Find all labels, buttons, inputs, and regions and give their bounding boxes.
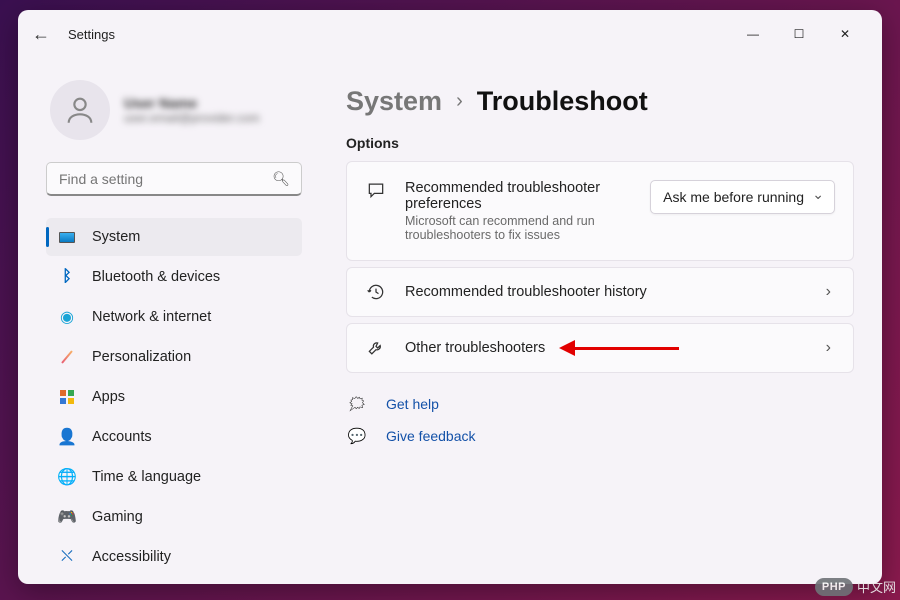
get-help-link[interactable]: 🗯 Get help (346, 395, 854, 413)
history-icon (365, 282, 387, 302)
brush-icon (58, 349, 76, 365)
sidebar-nav: System ᛒ Bluetooth & devices ◉ Network &… (46, 218, 302, 576)
sidebar-item-label: Bluetooth & devices (92, 269, 220, 285)
sidebar-item-system[interactable]: System (46, 218, 302, 256)
help-icon: 🗯 (346, 395, 368, 413)
card-body: Other troubleshooters (405, 340, 808, 356)
page-title: Troubleshoot (477, 86, 648, 117)
window-controls: — ☐ ✕ (730, 18, 868, 50)
card-troubleshooter-history[interactable]: Recommended troubleshooter history › (346, 267, 854, 317)
give-feedback-link[interactable]: 💬 Give feedback (346, 427, 854, 445)
annotation-arrow (559, 342, 679, 354)
main-content: System › Troubleshoot Options Recommende… (318, 58, 882, 584)
chat-icon (365, 180, 387, 200)
card-body: Recommended troubleshooter history (405, 284, 808, 300)
settings-window: ← Settings — ☐ ✕ User Name user.email@pr… (18, 10, 882, 584)
chevron-right-icon: › (456, 90, 463, 113)
watermark: PHP 中文网 (815, 577, 896, 596)
sidebar-item-accounts[interactable]: 👤 Accounts (46, 418, 302, 456)
search-wrap: 🔍︎ (46, 162, 302, 196)
accessibility-icon: ⛌ (58, 548, 76, 566)
card-title: Recommended troubleshooter preferences (405, 180, 632, 212)
chevron-right-icon: › (826, 283, 835, 301)
sidebar-item-label: Accounts (92, 429, 152, 445)
breadcrumb: System › Troubleshoot (346, 86, 854, 117)
gamepad-icon: 🎮 (58, 507, 76, 527)
dropdown-value: Ask me before running (663, 189, 804, 205)
sidebar-item-label: Apps (92, 389, 125, 405)
card-body: Recommended troubleshooter preferences M… (405, 180, 632, 242)
profile-text: User Name user.email@provider.com (124, 95, 260, 125)
sidebar-item-label: Personalization (92, 349, 191, 365)
card-troubleshooter-preferences: Recommended troubleshooter preferences M… (346, 161, 854, 261)
sidebar-item-time-language[interactable]: 🌐 Time & language (46, 458, 302, 496)
avatar (50, 80, 110, 140)
wifi-icon: ◉ (58, 307, 76, 327)
sidebar-item-label: Accessibility (92, 549, 171, 565)
app-title: Settings (68, 27, 115, 42)
apps-icon (58, 390, 76, 404)
card-subtitle: Microsoft can recommend and run troubles… (405, 214, 632, 242)
search-input[interactable] (46, 162, 302, 196)
card-other-troubleshooters[interactable]: Other troubleshooters › (346, 323, 854, 373)
search-icon[interactable]: 🔍︎ (272, 171, 290, 188)
sidebar-item-network[interactable]: ◉ Network & internet (46, 298, 302, 336)
titlebar: ← Settings — ☐ ✕ (18, 10, 882, 58)
profile-name: User Name (124, 95, 260, 111)
sidebar-item-label: Time & language (92, 469, 201, 485)
watermark-badge: PHP (815, 578, 853, 596)
help-links: 🗯 Get help 💬 Give feedback (346, 395, 854, 445)
sidebar-item-bluetooth[interactable]: ᛒ Bluetooth & devices (46, 258, 302, 296)
breadcrumb-parent[interactable]: System (346, 86, 442, 117)
card-title: Other troubleshooters (405, 340, 545, 356)
accounts-icon: 👤 (58, 427, 76, 447)
titlebar-left: ← Settings (32, 24, 115, 45)
sidebar-item-label: Network & internet (92, 309, 211, 325)
profile-email: user.email@provider.com (124, 111, 260, 125)
watermark-text: 中文网 (857, 577, 896, 596)
minimize-button[interactable]: — (730, 18, 776, 50)
link-text: Get help (386, 396, 439, 412)
person-icon (63, 93, 97, 127)
card-title: Recommended troubleshooter history (405, 284, 808, 300)
sidebar-item-label: Gaming (92, 509, 143, 525)
sidebar: User Name user.email@provider.com 🔍︎ Sys… (18, 58, 318, 584)
system-icon (58, 232, 76, 243)
troubleshooter-pref-dropdown[interactable]: Ask me before running (650, 180, 835, 214)
sidebar-item-gaming[interactable]: 🎮 Gaming (46, 498, 302, 536)
sidebar-item-label: System (92, 229, 140, 245)
globe-icon: 🌐 (58, 467, 76, 487)
chevron-right-icon: › (826, 339, 835, 357)
window-body: User Name user.email@provider.com 🔍︎ Sys… (18, 58, 882, 584)
back-button[interactable]: ← (32, 24, 50, 45)
sidebar-item-personalization[interactable]: Personalization (46, 338, 302, 376)
sidebar-item-apps[interactable]: Apps (46, 378, 302, 416)
wrench-icon (365, 338, 387, 358)
feedback-icon: 💬 (346, 427, 368, 445)
profile-block[interactable]: User Name user.email@provider.com (46, 68, 302, 162)
section-label-options: Options (346, 135, 854, 151)
link-text: Give feedback (386, 428, 476, 444)
bluetooth-icon: ᛒ (58, 268, 76, 286)
sidebar-item-accessibility[interactable]: ⛌ Accessibility (46, 538, 302, 576)
maximize-button[interactable]: ☐ (776, 18, 822, 50)
close-button[interactable]: ✕ (822, 18, 868, 50)
